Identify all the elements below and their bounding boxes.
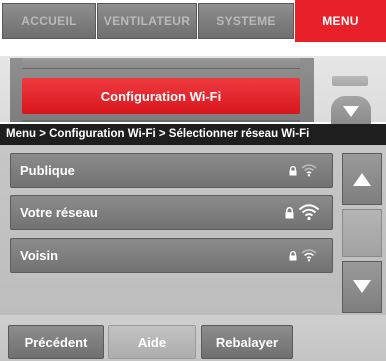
scroll-down-button[interactable] — [342, 261, 382, 313]
network-row-votre-reseau[interactable]: Votre réseau — [10, 195, 333, 230]
wifi-signal-strong-icon — [298, 204, 320, 221]
wifi-signal-low-icon — [301, 249, 317, 262]
network-name: Voisin — [20, 248, 59, 263]
menu-item-wifi-config[interactable]: Configuration Wi-Fi — [22, 78, 300, 114]
triangle-down-icon — [353, 280, 371, 293]
wifi-signal-low-icon — [301, 164, 317, 177]
scroll-up-button[interactable] — [342, 153, 382, 205]
scroll-up-button-disabled — [332, 76, 368, 86]
menu-item-above[interactable] — [22, 58, 300, 69]
wifi-selection-panel: Menu > Configuration Wi-Fi > Sélectionne… — [0, 124, 386, 361]
lock-icon — [285, 207, 294, 219]
tab-accueil[interactable]: ACCUEIL — [2, 3, 96, 39]
network-name: Publique — [20, 163, 75, 178]
network-row-publique[interactable]: Publique — [10, 153, 333, 188]
rescan-button[interactable]: Rebalayer — [201, 325, 293, 359]
previous-button[interactable]: Précédent — [8, 325, 104, 359]
top-tab-bar: ACCUEIL VENTILATEUR SYSTEME MENU — [0, 0, 386, 44]
tab-ventilateur[interactable]: VENTILATEUR — [97, 3, 197, 39]
lock-icon — [289, 166, 297, 176]
menu-item-below[interactable] — [22, 120, 300, 122]
lock-icon — [289, 251, 297, 261]
network-row-voisin[interactable]: Voisin — [10, 238, 333, 273]
triangle-down-icon — [343, 106, 359, 117]
network-list: Publique Votre réseau Voisin — [0, 145, 386, 315]
menu-list-panel: Configuration Wi-Fi — [0, 56, 386, 126]
breadcrumb: Menu > Configuration Wi-Fi > Sélectionne… — [0, 124, 386, 145]
triangle-up-icon — [353, 173, 371, 186]
bottom-button-bar: Précédent Aide Rebalayer — [0, 315, 386, 361]
tab-menu[interactable]: MENU — [295, 0, 386, 42]
network-name: Votre réseau — [20, 205, 98, 220]
tab-systeme[interactable]: SYSTEME — [198, 3, 294, 39]
scroll-track[interactable] — [342, 209, 382, 257]
scroll-down-button[interactable] — [331, 96, 371, 126]
help-button[interactable]: Aide — [108, 325, 196, 359]
